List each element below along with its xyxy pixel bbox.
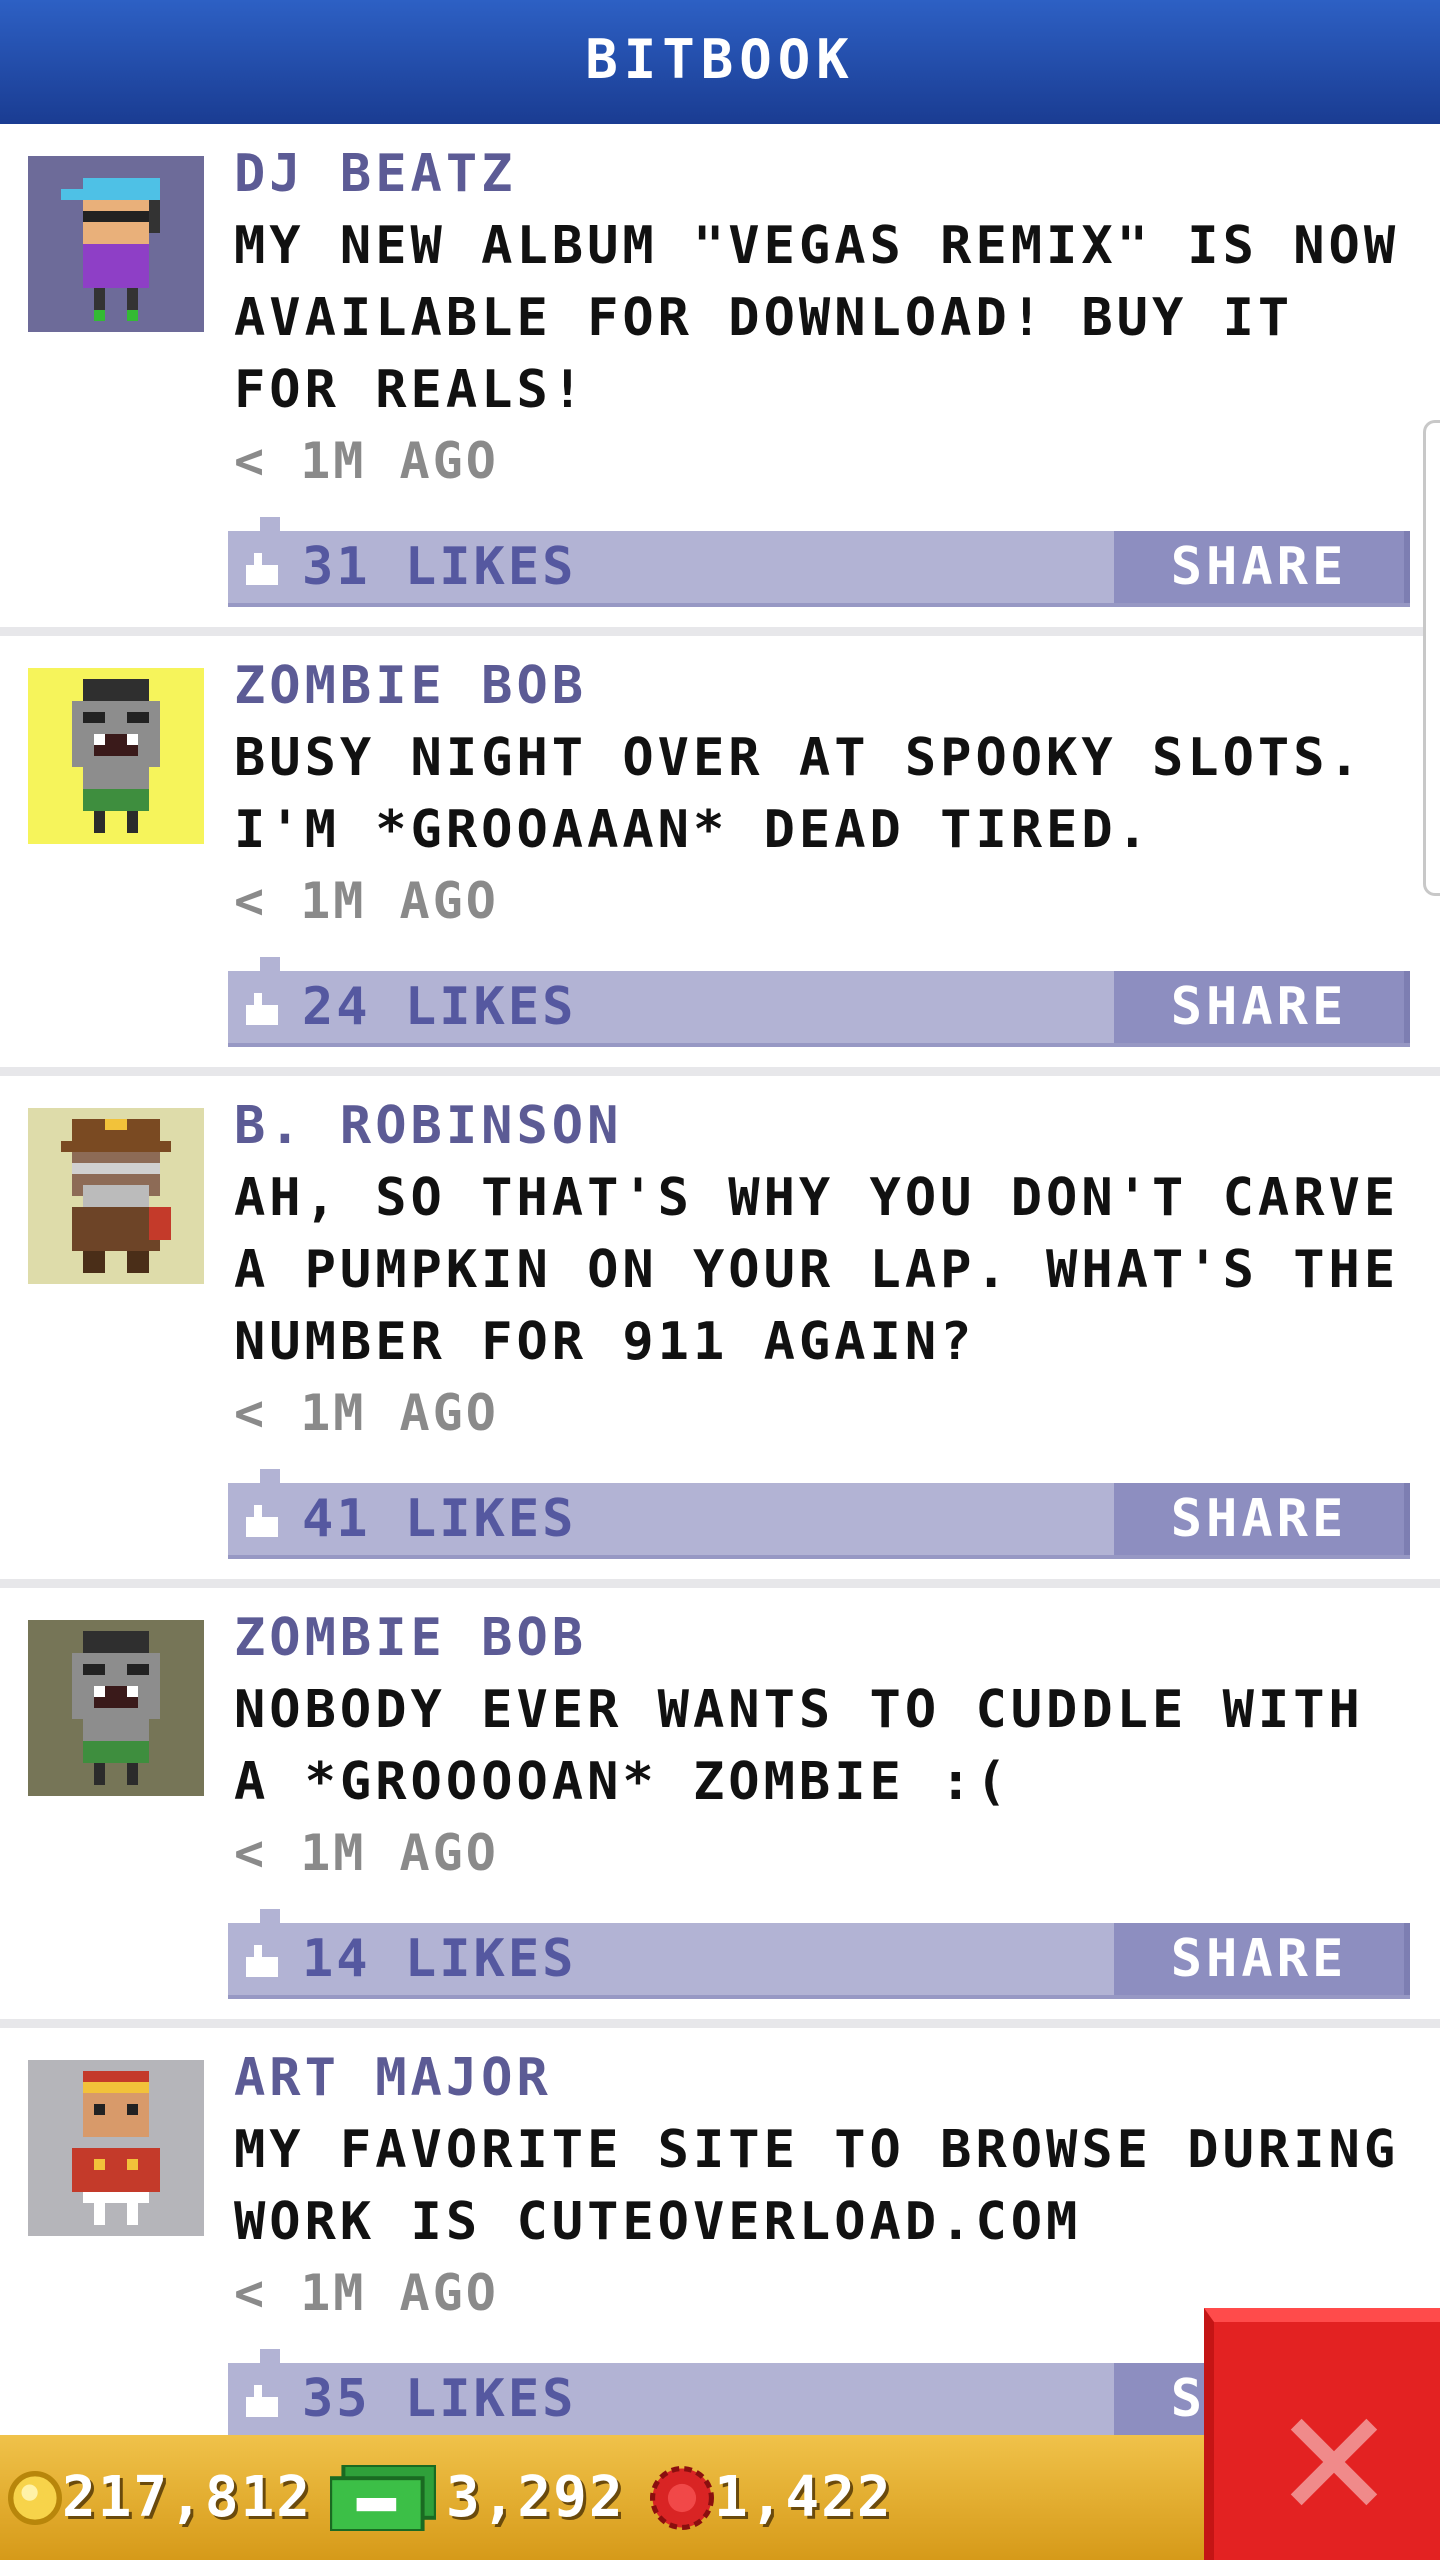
coins-amount: 217,812 [62,2465,313,2530]
post-author[interactable]: ZOMBIE BOB [234,656,587,716]
b-robinson-avatar-icon [28,1108,204,1284]
like-bar-tab [260,1469,280,1483]
like-bar-tab [260,2349,280,2363]
tokens-counter: 1,422 [650,2435,893,2560]
avatar[interactable] [28,1108,204,1284]
post-message: AH, SO THAT'S WHY YOU DON'T CARVE A PUMP… [234,1168,1400,1372]
avatar[interactable] [28,2060,204,2236]
close-icon [1290,2418,1378,2506]
bux-counter: 3,292 [330,2435,625,2560]
avatar[interactable] [28,1620,204,1796]
post-message: NOBODY EVER WANTS TO CUDDLE WITH A *GROO… [234,1680,1364,1812]
art-major-avatar-icon [28,2060,204,2236]
like-bar-tab [260,1909,280,1923]
feed-post: DJ BEATZ MY NEW ALBUM "VEGAS REMIX" IS N… [0,124,1440,636]
post-time: < 1M AGO [234,2264,499,2322]
token-icon [650,2465,714,2530]
close-button[interactable] [1204,2308,1440,2560]
post-time: < 1M AGO [234,1824,499,1882]
tokens-amount: 1,422 [714,2465,893,2530]
scroll-indicator[interactable] [1423,420,1440,896]
share-button[interactable]: SHARE [1114,1923,1410,1995]
likes-count[interactable]: 41 LIKES [302,1483,576,1555]
post-message: BUSY NIGHT OVER AT SPOOKY SLOTS. I'M *GR… [234,728,1364,860]
post-message: MY NEW ALBUM "VEGAS REMIX" IS NOW AVAILA… [234,216,1400,420]
likes-count[interactable]: 35 LIKES [302,2363,576,2435]
avatar[interactable] [28,156,204,332]
likes-count[interactable]: 31 LIKES [302,531,576,603]
post-author[interactable]: ZOMBIE BOB [234,1608,587,1668]
share-button[interactable]: SHARE [1114,971,1410,1043]
coin-icon [8,2470,62,2525]
thumbs-up-icon[interactable] [242,549,282,589]
thumbs-up-icon[interactable] [242,1501,282,1541]
share-button[interactable]: SHARE [1114,531,1410,603]
thumbs-up-icon[interactable] [242,1941,282,1981]
dj-beatz-avatar-icon [28,156,204,332]
zombie-bob-avatar-icon [28,1620,204,1796]
avatar[interactable] [28,668,204,844]
app-header: BITBOOK [0,0,1440,124]
post-author[interactable]: DJ BEATZ [234,144,516,204]
coins-counter: 217,812 [8,2435,312,2560]
feed-post: ZOMBIE BOB BUSY NIGHT OVER AT SPOOKY SLO… [0,636,1440,1076]
bux-amount: 3,292 [446,2465,625,2530]
bux-icon [330,2464,436,2531]
like-bar: 31 LIKES SHARE [228,517,1410,607]
feed-post: B. ROBINSON AH, SO THAT'S WHY YOU DON'T … [0,1076,1440,1588]
thumbs-up-icon[interactable] [242,2381,282,2421]
thumbs-up-icon[interactable] [242,989,282,1029]
like-bar-tab [260,957,280,971]
post-time: < 1M AGO [234,432,499,490]
like-bar-tab [260,517,280,531]
like-bar: 41 LIKES SHARE [228,1469,1410,1559]
app-title: BITBOOK [585,28,855,91]
post-time: < 1M AGO [234,1384,499,1442]
post-author[interactable]: ART MAJOR [234,2048,552,2108]
bitbook-feed[interactable]: DJ BEATZ MY NEW ALBUM "VEGAS REMIX" IS N… [0,124,1440,2517]
likes-count[interactable]: 24 LIKES [302,971,576,1043]
feed-post: ZOMBIE BOB NOBODY EVER WANTS TO CUDDLE W… [0,1588,1440,2028]
likes-count[interactable]: 14 LIKES [302,1923,576,1995]
like-bar: 14 LIKES SHARE [228,1909,1410,1999]
zombie-bob-avatar-icon [28,668,204,844]
post-message: MY FAVORITE SITE TO BROWSE DURING WORK I… [234,2120,1400,2252]
like-bar: 24 LIKES SHARE [228,957,1410,1047]
post-author[interactable]: B. ROBINSON [234,1096,622,1156]
share-button[interactable]: SHARE [1114,1483,1410,1555]
post-time: < 1M AGO [234,872,499,930]
